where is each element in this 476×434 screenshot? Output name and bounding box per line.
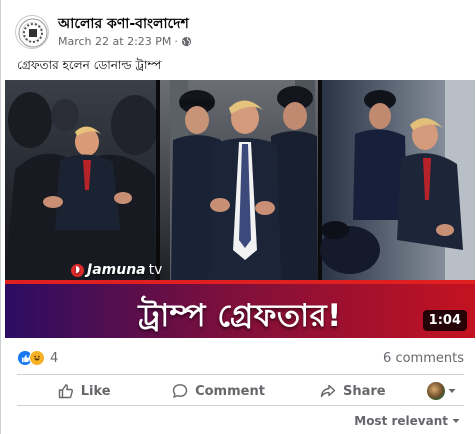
channel-logo: ◗ Jamuna tv [71,262,162,278]
post-caption: গ্রেফতার হলেন ডোনাল্ড ট্রাম্প [17,58,162,72]
chevron-down-icon [448,389,456,393]
share-button[interactable]: Share [286,377,420,405]
sort-chevron-down-icon [452,419,460,423]
like-button[interactable]: Like [17,377,151,405]
jamuna-logo-icon: ◗ [71,263,84,277]
comments-sort-label: Most relevant [354,414,448,428]
video-headline: ট্রাম্প গ্রেফতার! [138,298,342,334]
post-timestamp[interactable]: March 22 at 2:23 PM [58,35,171,48]
like-icon [58,384,73,399]
post-header: আলোর কণা-বাংলাদেশ March 22 at 2:23 PM · [15,12,192,52]
profile-avatar [427,382,446,400]
channel-logo-suffix: tv [148,262,163,278]
banner-accent-line [5,280,475,284]
comments-count[interactable]: 6 comments [383,351,464,366]
post-actions: Like Comment Share [17,377,464,405]
post-card: আলোর কণা-বাংলাদেশ March 22 at 2:23 PM · … [0,0,476,434]
comment-button[interactable]: Comment [151,377,285,405]
like-label: Like [80,383,111,399]
channel-logo-text: Jamuna [87,262,146,278]
video-player[interactable]: ◗ Jamuna tv ট্রাম্প গ্রেফতার! 1:04 [5,80,475,338]
stats-divider [17,374,464,375]
reaction-count[interactable]: 4 [50,351,58,366]
page-avatar[interactable] [15,15,49,49]
reaction-icons[interactable] [17,350,45,366]
page-name[interactable]: আলোর কণা-বাংলাদেশ [58,16,192,33]
haha-reaction-icon [29,350,45,366]
video-duration: 1:04 [422,310,467,331]
share-label: Share [343,383,386,399]
comments-sort-dropdown[interactable]: Most relevant [354,414,460,428]
share-icon [320,384,336,398]
post-meta: March 22 at 2:23 PM · [58,35,192,48]
react-as-profile-selector[interactable] [420,377,464,405]
globe-icon [181,36,191,47]
comment-icon [172,384,188,398]
video-thumbnail [5,80,475,280]
comment-label: Comment [195,383,265,399]
reactions-bar: 4 6 comments [17,349,464,367]
actions-divider [17,405,464,406]
meta-separator: · [174,35,178,48]
